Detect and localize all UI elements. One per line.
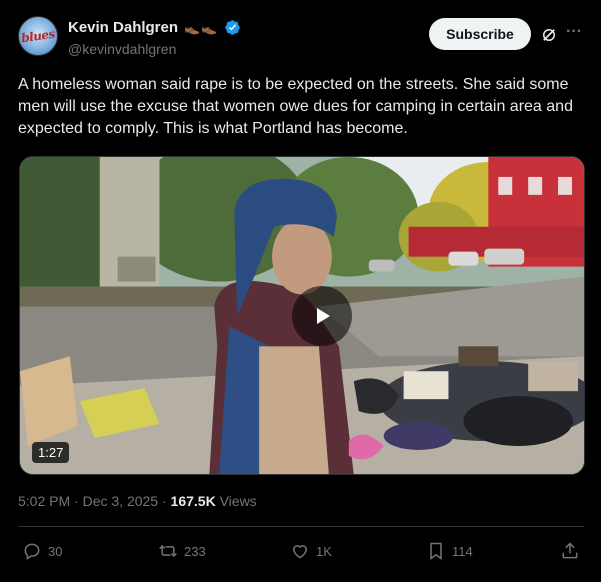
play-button[interactable] <box>292 286 352 346</box>
post-card: blues Kevin Dahlgren 👞👞 @kevinvdahlgren … <box>0 0 601 582</box>
bookmark-icon <box>430 542 442 560</box>
repost-button[interactable]: 233 <box>158 539 206 563</box>
views-label: Views <box>215 493 257 509</box>
divider <box>18 526 584 527</box>
meta-separator: · <box>70 493 83 509</box>
reply-button[interactable]: 30 <box>22 539 62 563</box>
heart-icon <box>292 545 308 559</box>
repost-count: 233 <box>184 543 206 559</box>
author-handle[interactable]: @kevinvdahlgren <box>68 41 176 57</box>
like-button[interactable]: 1K <box>290 539 332 563</box>
views-count: 167.5K <box>170 493 216 509</box>
share-icon <box>562 542 578 559</box>
grok-icon[interactable] <box>540 26 558 44</box>
meta-separator: · <box>158 493 171 509</box>
like-count: 1K <box>316 543 332 559</box>
post-date[interactable]: Dec 3, 2025 <box>83 493 159 509</box>
video-player[interactable]: 1:27 <box>19 156 585 475</box>
subscribe-button[interactable]: Subscribe <box>429 18 531 50</box>
video-duration: 1:27 <box>32 442 70 463</box>
bookmark-count: 114 <box>452 543 473 559</box>
avatar-logo-text: blues <box>20 26 56 46</box>
author-name-row: Kevin Dahlgren 👞👞 <box>68 19 241 36</box>
author-display-name[interactable]: Kevin Dahlgren <box>68 19 178 36</box>
reply-count: 30 <box>48 543 63 559</box>
bookmark-button[interactable]: 114 <box>426 539 473 563</box>
boot-emoji: 👞👞 <box>184 19 219 35</box>
verified-badge-icon <box>225 20 241 35</box>
reply-icon <box>24 543 40 560</box>
action-bar: 30 233 1K 114 <box>18 539 584 563</box>
post-time[interactable]: 5:02 PM <box>18 493 70 509</box>
repost-icon <box>159 544 177 558</box>
share-button[interactable] <box>560 539 580 563</box>
play-icon <box>317 308 330 324</box>
avatar[interactable]: blues <box>18 16 58 56</box>
more-options-icon[interactable]: ··· <box>566 24 584 43</box>
post-meta: 5:02 PM · Dec 3, 2025 · 167.5K Views <box>18 493 257 509</box>
post-text: A homeless woman said rape is to be expe… <box>18 76 573 137</box>
